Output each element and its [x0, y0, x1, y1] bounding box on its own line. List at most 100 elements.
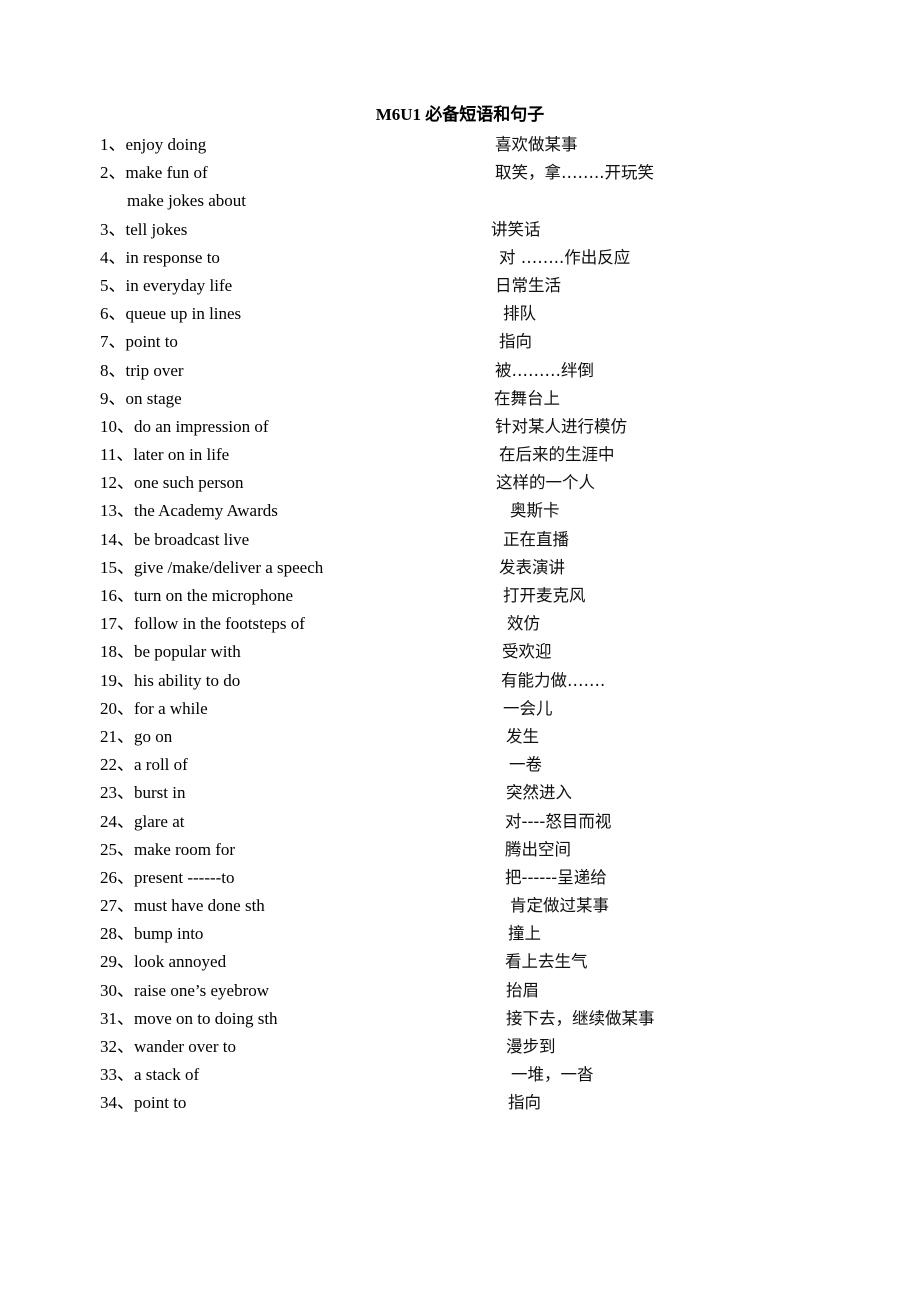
chinese-translation: 把------呈递给 — [505, 867, 607, 887]
item-separator: 、 — [117, 614, 134, 634]
english-phrase-cell: 16、turn on the microphone — [100, 584, 293, 608]
chinese-translation: 这样的一个人 — [496, 473, 595, 493]
item-separator: 、 — [116, 445, 134, 465]
phrase-row: 28、bump into 撞上 — [100, 922, 800, 950]
english-phrase: make fun of — [125, 163, 208, 183]
item-number: 26 — [100, 867, 117, 887]
english-phrase-cell: 4、in response to — [100, 246, 220, 270]
english-phrase-cell: 8、trip over — [100, 359, 184, 383]
phrase-row: 31、move on to doing sth 接下去，继续做某事 — [100, 1007, 800, 1035]
chinese-translation: 讲笑话 — [491, 219, 541, 239]
english-phrase: present ------to — [134, 867, 235, 887]
item-separator: 、 — [117, 698, 134, 718]
item-number: 13 — [100, 501, 117, 521]
english-phrase-cell: 14、be broadcast live — [100, 528, 249, 552]
english-phrase: one such person — [134, 473, 244, 493]
english-phrase-cell: 6、queue up in lines — [100, 302, 241, 326]
item-number: 24 — [100, 811, 117, 831]
english-phrase: in response to — [125, 247, 220, 267]
english-phrase: turn on the microphone — [134, 586, 294, 605]
page-title: M6U1 必备短语和句子 — [0, 104, 920, 126]
item-separator: 、 — [117, 1093, 134, 1113]
chinese-translation: 发生 — [506, 726, 539, 746]
english-phrase-cell: 17、follow in the footsteps of — [100, 612, 305, 636]
chinese-translation: 奥斯卡 — [510, 501, 560, 521]
english-phrase-cell: 24、glare at — [100, 810, 185, 834]
chinese-translation: 发表演讲 — [499, 557, 565, 577]
item-number: 16 — [100, 586, 117, 605]
item-separator: 、 — [117, 952, 134, 972]
phrase-list: 1、enjoy doing 喜欢做某事 2、make fun of 取笑，拿……..开… — [100, 133, 800, 1120]
english-phrase: a stack of — [134, 1065, 200, 1085]
item-separator: 、 — [108, 332, 126, 352]
item-separator: 、 — [117, 839, 134, 859]
chinese-translation: 接下去，继续做某事 — [506, 1008, 655, 1028]
phrase-row: 22、a roll of 一卷 — [100, 753, 800, 781]
phrase-row: 14、be broadcast live 正在直播 — [100, 528, 800, 556]
item-separator: 、 — [117, 1008, 134, 1028]
item-number: 30 — [100, 980, 117, 1000]
english-phrase: a roll of — [134, 755, 188, 775]
phrase-row: 10、do an impression of 针对某人进行模仿 — [100, 415, 800, 443]
english-phrase: tell jokes — [125, 219, 188, 239]
english-phrase: make jokes about — [127, 191, 246, 211]
item-separator: 、 — [117, 867, 134, 887]
item-separator: 、 — [117, 557, 134, 577]
item-separator: 、 — [117, 811, 134, 831]
item-number: 3 — [100, 219, 109, 239]
phrase-row: 23、burst in 突然进入 — [100, 781, 800, 809]
chinese-translation: 一堆，一沓 — [511, 1065, 594, 1085]
item-separator: 、 — [108, 360, 126, 380]
item-number: 7 — [100, 332, 109, 352]
item-number: 17 — [100, 614, 117, 634]
item-number: 29 — [100, 952, 117, 972]
item-separator: 、 — [108, 388, 126, 408]
english-phrase: move on to doing sth — [134, 1008, 278, 1028]
item-separator: 、 — [117, 755, 134, 775]
phrase-row: 12、one such person 这样的一个人 — [100, 471, 800, 499]
english-phrase-cell: 29、look annoyed — [100, 950, 226, 974]
phrase-row: 3、tell jokes 讲笑话 — [100, 218, 800, 246]
item-number: 12 — [100, 473, 117, 493]
chinese-translation: 一会儿 — [503, 698, 553, 718]
chinese-translation: 漫步到 — [506, 1037, 556, 1056]
item-separator: 、 — [108, 219, 126, 239]
english-phrase-cell: 15、give /make/deliver a speech — [100, 556, 323, 580]
english-phrase: glare at — [134, 811, 185, 831]
item-number: 33 — [100, 1065, 117, 1085]
english-phrase: do an impression of — [134, 416, 269, 436]
item-separator: 、 — [117, 642, 134, 662]
chinese-translation: 一卷 — [509, 755, 542, 775]
phrase-row: 2、make fun of 取笑，拿……..开玩笑 — [100, 161, 800, 189]
phrase-row: 29、look annoyed 看上去生气 — [100, 950, 800, 978]
phrase-row: 30、raise one’s eyebrow 抬眉 — [100, 979, 800, 1007]
item-number: 21 — [100, 726, 117, 746]
english-phrase-cell: 33、a stack of — [100, 1063, 199, 1087]
english-phrase-cell: make jokes about — [127, 189, 246, 213]
english-phrase-cell: 20、for a while — [100, 697, 208, 721]
item-number: 27 — [100, 896, 117, 916]
item-separator: 、 — [117, 501, 134, 521]
english-phrase: point to — [125, 332, 178, 352]
item-number: 18 — [100, 642, 117, 662]
english-phrase-cell: 2、make fun of — [100, 161, 208, 185]
english-phrase-cell: 27、must have done sth — [100, 894, 265, 918]
phrase-row: 5、in everyday life 日常生活 — [100, 274, 800, 302]
item-separator: 、 — [117, 529, 134, 549]
chinese-translation: 肯定做过某事 — [510, 896, 609, 916]
english-phrase: his ability to do — [134, 670, 241, 690]
phrase-row: 25、make room for 腾出空间 — [100, 838, 800, 866]
english-phrase: bump into — [134, 924, 204, 944]
english-phrase: follow in the footsteps of — [134, 614, 305, 634]
item-separator: 、 — [117, 473, 134, 493]
chinese-translation: 被………绊倒 — [495, 360, 594, 380]
chinese-translation: 在舞台上 — [494, 388, 560, 408]
item-number: 15 — [100, 557, 117, 577]
item-separator: 、 — [117, 586, 134, 605]
english-phrase: make room for — [134, 839, 236, 859]
phrase-row: 9、on stage 在舞台上 — [100, 387, 800, 415]
chinese-translation: 指向 — [508, 1093, 541, 1113]
phrase-row: 27、must have done sth 肯定做过某事 — [100, 894, 800, 922]
item-number: 28 — [100, 924, 117, 944]
english-phrase: go on — [134, 726, 173, 746]
